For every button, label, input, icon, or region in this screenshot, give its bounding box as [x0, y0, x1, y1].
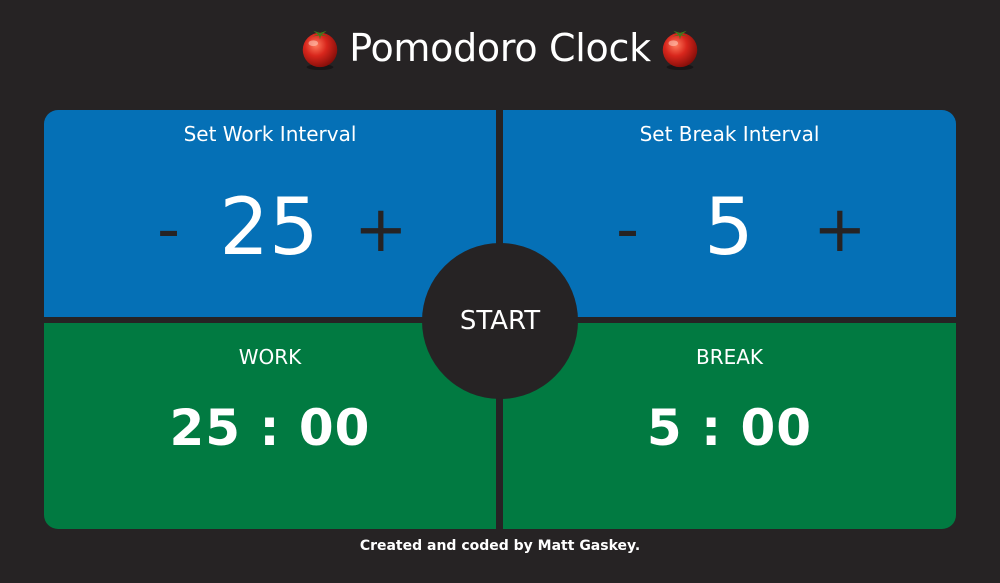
work-increment-button[interactable]: + [354, 198, 408, 262]
work-timer-display: 25 : 00 [169, 399, 371, 457]
start-button[interactable]: START [422, 243, 578, 399]
break-decrement-button[interactable]: - [616, 198, 639, 262]
work-interval-value: 25 [219, 183, 319, 273]
tomato-icon [662, 28, 698, 71]
work-interval-panel: Set Work Interval - 25 + [44, 110, 496, 317]
break-interval-panel: Set Break Interval - 5 + [503, 110, 956, 317]
footer-credit: Created and coded by Matt Gaskey. [359, 538, 641, 554]
page-title: Pomodoro Clock [349, 26, 651, 70]
break-timer-panel: BREAK 5 : 00 [503, 323, 956, 529]
break-interval-label: Set Break Interval [639, 122, 820, 146]
tomato-icon [302, 28, 338, 71]
break-increment-button[interactable]: + [813, 198, 867, 262]
work-timer-panel: WORK 25 : 00 [44, 323, 496, 529]
page-header: Pomodoro Clock [0, 18, 1000, 78]
break-interval-value: 5 [704, 183, 754, 273]
work-interval-label: Set Work Interval [183, 122, 357, 146]
break-timer-display: 5 : 00 [646, 399, 813, 457]
work-decrement-button[interactable]: - [157, 198, 180, 262]
start-button-label: START [459, 306, 541, 336]
